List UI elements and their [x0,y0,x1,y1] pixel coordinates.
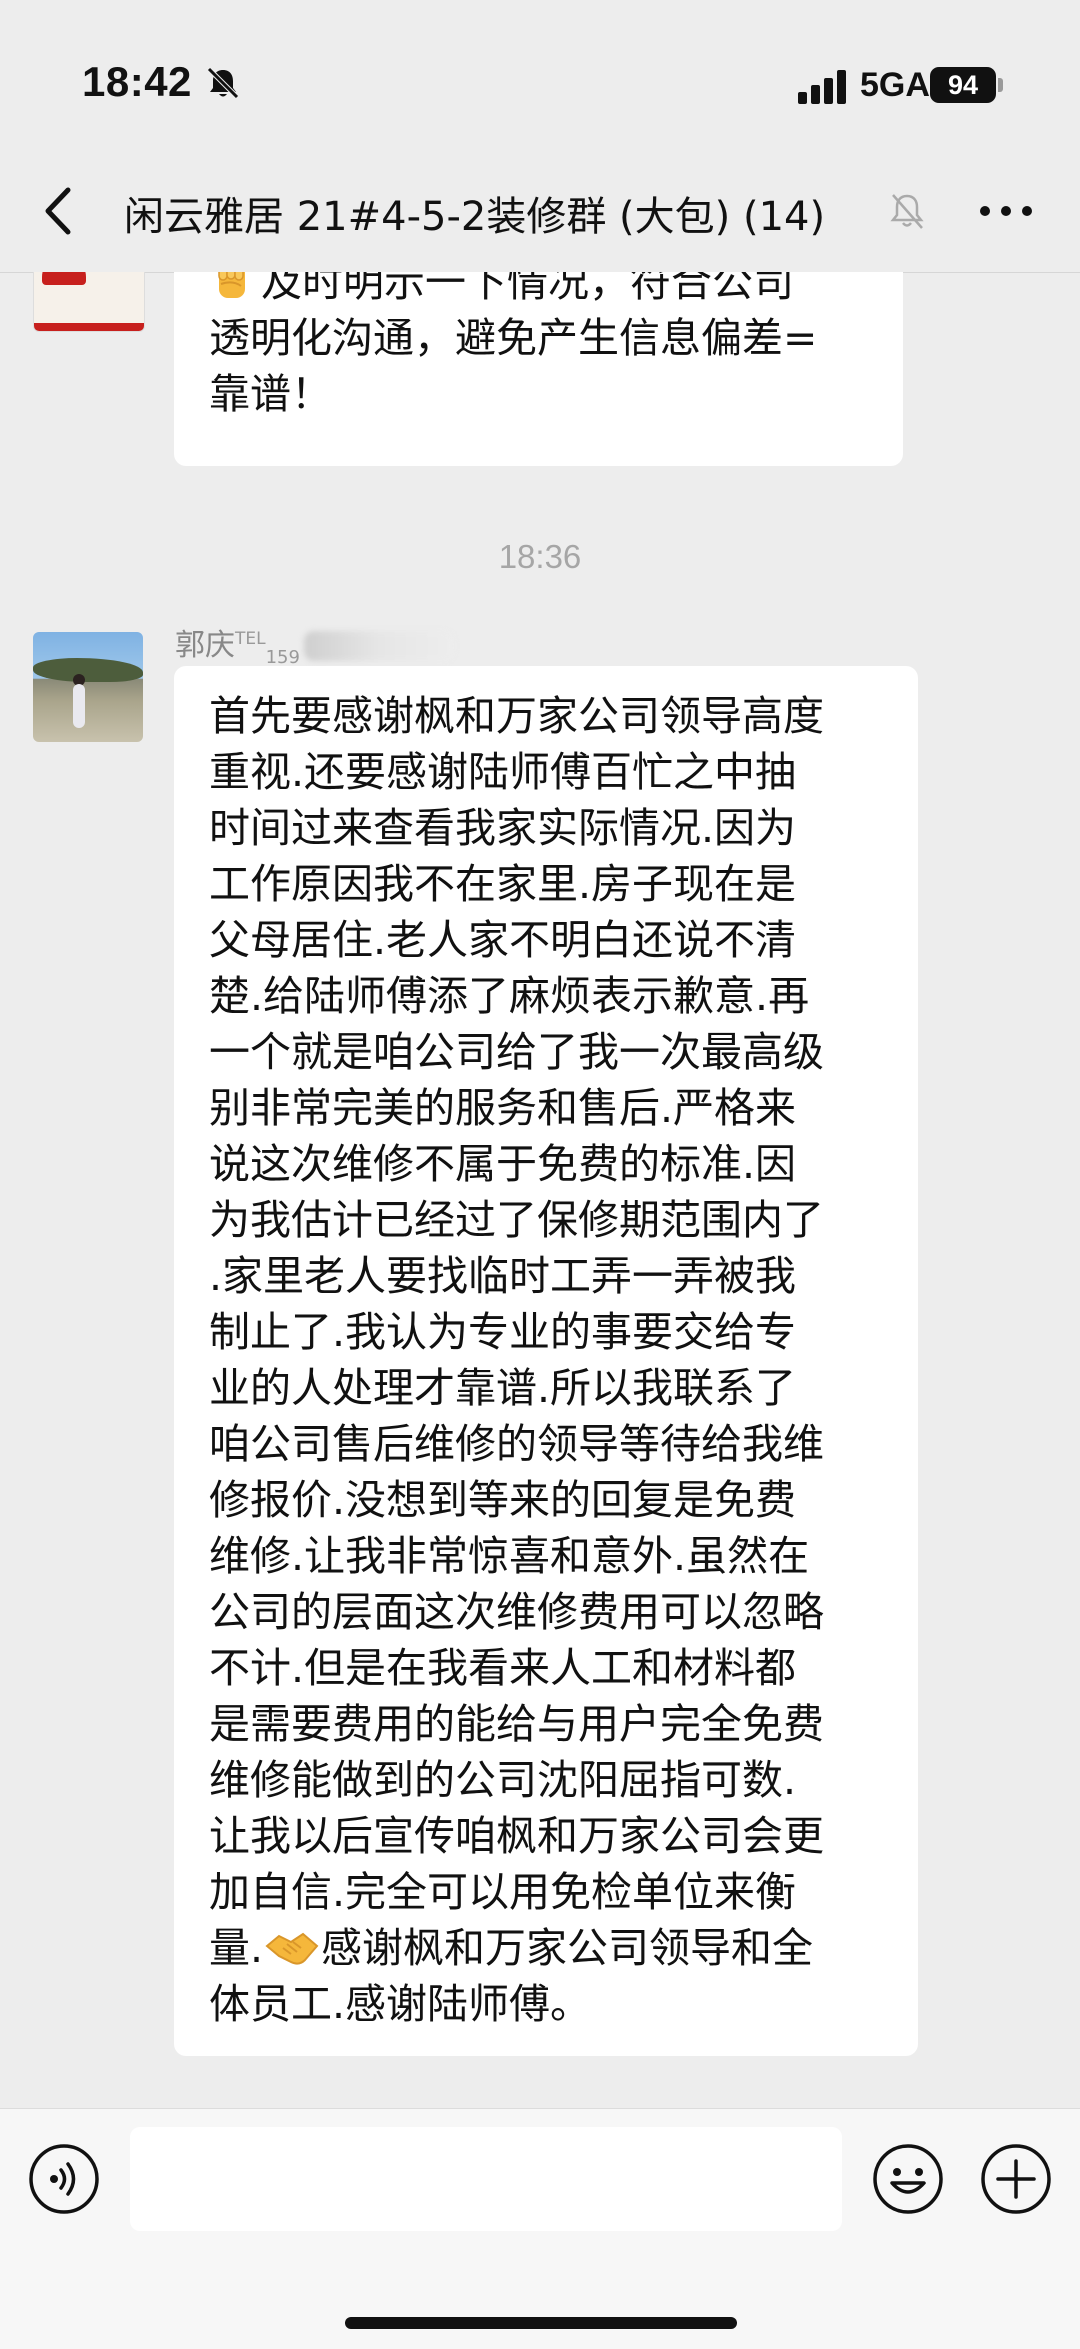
battery-cap [998,78,1003,92]
message-line: 一个就是咱公司给了我一次最高级 [209,1028,824,1076]
chat-input-bar [0,2108,1080,2349]
message-input[interactable] [130,2127,842,2231]
message-line: 首先要感谢枫和万家公司领导高度 [209,692,824,740]
message-line: 修报价.没想到等来的回复是免费 [209,1476,797,1524]
network-type-label: 5GA [860,66,930,104]
avatar-figure-body [73,684,85,728]
message-line: 业的人处理才靠谱.所以我联系了 [209,1364,797,1412]
sender-name-text: 郭庆 [175,628,235,663]
message-line: 楚.给陆师傅添了麻烦表示歉意.再 [209,972,810,1020]
sender-avatar[interactable] [33,632,143,742]
message-line: .家里老人要找临时工弄一弄被我 [209,1252,797,1300]
message-line: 体员工.感谢陆师傅。 [209,1980,592,2028]
status-time: 18:42 [82,58,192,105]
avatar-figure-body [42,272,86,285]
mute-bell-icon [890,194,924,229]
home-indicator [345,2317,737,2329]
message-line: 是需要费用的能给与用户完全免费 [209,1700,824,1748]
message-line: 维修能做到的公司沈阳屈指可数. [209,1756,797,1804]
message-text: 及时明示一下情况，符合公司 [261,272,794,306]
message-list[interactable]: 及时明示一下情况，符合公司 透明化沟通，避免产生信息偏差= 靠谱！ 18:36 … [0,272,1080,2107]
status-bar: 18:42 5GA 94 [0,0,1080,170]
message-line: 工作原因我不在家里.房子现在是 [209,860,797,908]
message-line: 咱公司售后维修的领导等待给我维 [209,1420,824,1468]
sender-name: 郭庆TEL159 [175,620,454,668]
message-line: 量. 感谢枫和万家公司领导和全 [209,1920,894,1976]
message-bubble[interactable]: 首先要感谢枫和万家公司领导高度 重视.还要感谢陆师傅百忙之中抽 时间过来查看我家… [174,666,918,2056]
signal-icon [798,70,846,104]
redacted-blur [303,631,454,661]
chat-title: 闲云雅居 21#4-5-2装修群 (大包) (14) [124,194,826,240]
sender-name-suffix: TEL [235,629,266,649]
avatar-trees [33,658,143,682]
message-text: 量. [209,1924,264,1972]
chat-header: 闲云雅居 21#4-5-2装修群 (大包) (14) [0,150,1080,273]
message-line: 不计.但是在我看来人工和材料都 [209,1644,797,1692]
message-line: 维修.让我非常惊喜和意外.虽然在 [209,1532,810,1580]
avatar-strip [34,323,144,331]
message-text: 感谢枫和万家公司领导和全 [321,1924,814,1972]
handshake-emoji-icon [265,1932,319,1965]
message-line: 加自信.完全可以用免检单位来衡 [209,1868,797,1916]
message-line: 说这次维修不属于免费的标准.因 [209,1140,797,1188]
message-line: 制止了.我认为专业的事要交给专 [209,1308,797,1356]
back-arrow-icon[interactable] [40,184,76,238]
message-line: 重视.还要感谢陆师傅百忙之中抽 [209,748,797,796]
battery-indicator: 94 [930,67,996,103]
add-attachment-icon[interactable] [980,2143,1052,2215]
message-line: 时间过来查看我家实际情况.因为 [209,804,797,852]
sender-phone-partial: 159 [265,647,300,668]
message-line: 别非常完美的服务和售后.严格来 [209,1084,797,1132]
more-options-icon[interactable] [978,204,1034,218]
message-timestamp: 18:36 [498,538,582,575]
message-line: 为我估计已经过了保修期范围内了 [209,1196,824,1244]
bell-slash-icon [207,67,239,99]
message-line: 透明化沟通，避免产生信息偏差= [209,314,818,362]
raised-fist-emoji-icon [218,272,245,298]
message-bubble[interactable]: 及时明示一下情况，符合公司 透明化沟通，避免产生信息偏差= 靠谱！ [174,272,903,466]
sender-avatar[interactable] [33,272,145,332]
voice-input-icon[interactable] [28,2143,100,2215]
message-line: 公司的层面这次维修费用可以忽略 [209,1588,824,1636]
message-line: 让我以后宣传咱枫和万家公司会更 [209,1812,824,1860]
message-line: 父母居住.老人家不明白还说不清 [209,916,797,964]
emoji-picker-icon[interactable] [872,2143,944,2215]
message-line: 靠谱！ [209,370,332,418]
message-line: 及时明示一下情况，符合公司 [209,272,903,310]
